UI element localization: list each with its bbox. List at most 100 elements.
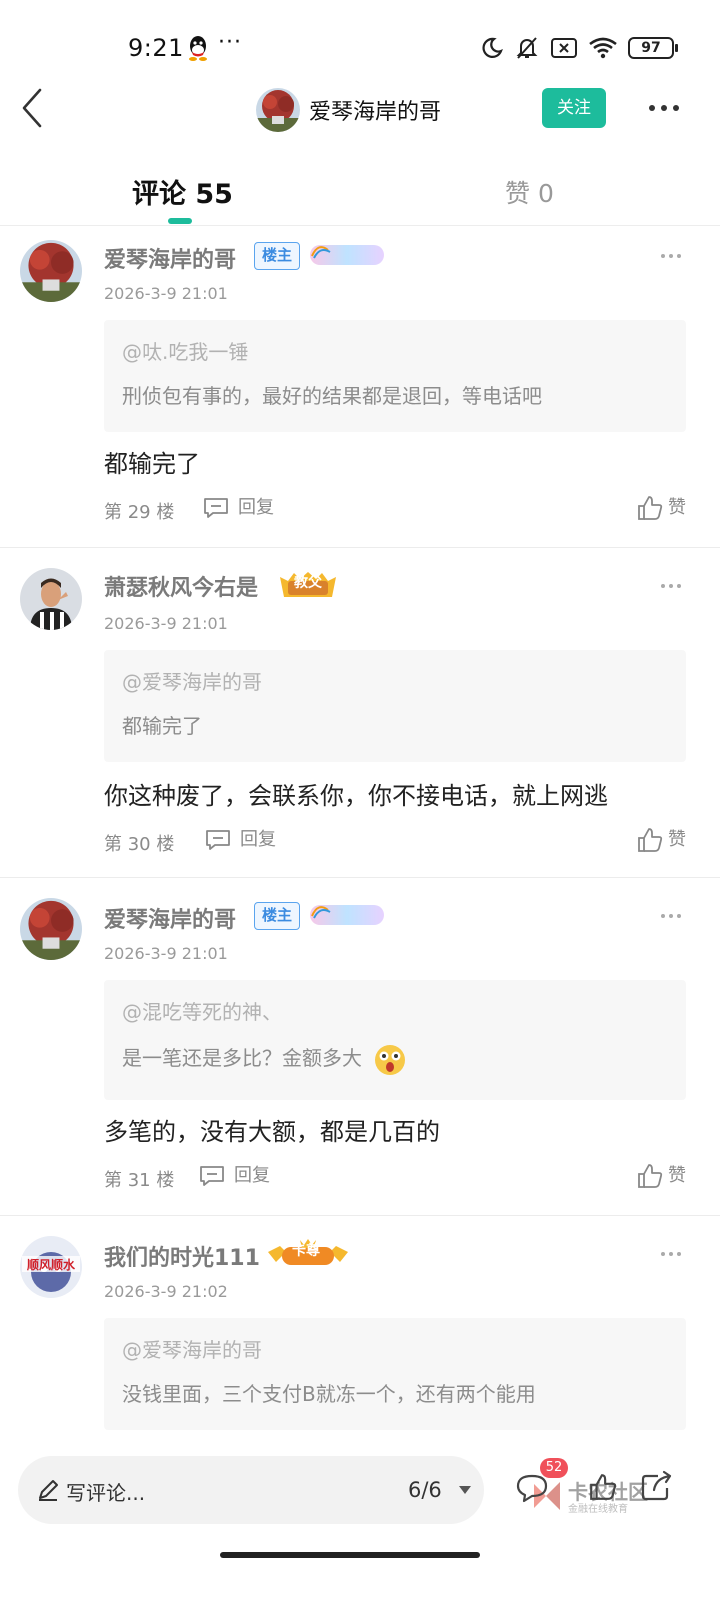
op-badge: 楼主 bbox=[254, 242, 301, 270]
tab-comments[interactable]: 评论 55 bbox=[132, 172, 233, 211]
commenter-name[interactable]: 爱琴海岸的哥 bbox=[104, 242, 236, 274]
author-name[interactable]: 爱琴海岸的哥 bbox=[309, 94, 441, 126]
mute-bell-icon bbox=[516, 37, 538, 59]
commenter-avatar[interactable]: 顺风顺水 bbox=[20, 1236, 82, 1298]
quoted-comment[interactable]: @爱琴海岸的哥 没钱里面，三个支付B就冻一个，还有两个能用 bbox=[104, 1318, 686, 1430]
reply-label: 回复 bbox=[234, 1165, 270, 1186]
like-label: 赞 bbox=[668, 829, 686, 850]
reply-label: 回复 bbox=[238, 497, 274, 518]
commenter-avatar[interactable] bbox=[20, 240, 82, 302]
avatar-caption: 顺风顺水 bbox=[26, 1258, 75, 1272]
reply-icon bbox=[204, 498, 228, 518]
no-sim-icon bbox=[551, 38, 577, 58]
comment-item: 爱琴海岸的哥 楼主 2026-3-9 21:01 @混吃等死的神、 是一笔还是多… bbox=[0, 878, 720, 1216]
post-header: 爱琴海岸的哥 关注 bbox=[0, 72, 720, 148]
medal-label: 教父 bbox=[294, 575, 322, 591]
op-badge: 楼主 bbox=[254, 902, 301, 930]
like-button[interactable]: 赞 bbox=[636, 494, 686, 522]
status-more-dots: ··· bbox=[218, 30, 242, 55]
pencil-icon bbox=[39, 1480, 58, 1501]
comment-item: 爱琴海岸的哥 楼主 2026-3-9 21:01 @呔.吃我一锤 刑侦包有事的，… bbox=[0, 228, 720, 548]
comment-time: 2026-3-9 21:02 bbox=[104, 1282, 228, 1301]
status-time: 9:21 bbox=[128, 34, 184, 62]
comment-text: 你这种废了，会联系你，你不接电话，就上网逃 bbox=[104, 782, 608, 810]
comment-tabs: 评论 55 赞 0 bbox=[0, 160, 720, 226]
thumbs-up-icon bbox=[638, 1164, 663, 1188]
comment-time: 2026-3-9 21:01 bbox=[104, 944, 228, 963]
like-button[interactable]: 赞 bbox=[636, 1162, 686, 1190]
comment-time: 2026-3-9 21:01 bbox=[104, 614, 228, 633]
qq-icon bbox=[189, 36, 207, 61]
reply-button[interactable]: 回复 bbox=[202, 494, 274, 522]
home-indicator[interactable] bbox=[220, 1552, 480, 1558]
quoted-comment[interactable]: @呔.吃我一锤 刑侦包有事的，最好的结果都是退回，等电话吧 bbox=[104, 320, 686, 432]
status-indicators: 97 bbox=[480, 34, 678, 62]
like-label: 赞 bbox=[668, 497, 686, 518]
avatar-image bbox=[256, 88, 300, 132]
quote-user: @混吃等死的神、 bbox=[122, 1000, 282, 1024]
rainbow-medal-icon bbox=[310, 905, 384, 925]
comment-more-icon[interactable] bbox=[660, 582, 682, 590]
floor-number: 第 30 楼 bbox=[104, 834, 175, 855]
rainbow-medal-icon bbox=[310, 245, 384, 265]
thumbs-up-icon[interactable] bbox=[588, 1472, 618, 1502]
comment-footer: 第 31 楼 回复 赞 bbox=[104, 1162, 686, 1194]
floor-number: 第 31 楼 bbox=[104, 1170, 175, 1191]
reply-button[interactable]: 回复 bbox=[204, 826, 276, 854]
thumbs-up-icon bbox=[638, 496, 663, 520]
avatar-image bbox=[20, 898, 82, 960]
write-comment-placeholder: 写评论... bbox=[66, 1481, 146, 1505]
avatar-image bbox=[20, 240, 82, 302]
tab-likes[interactable]: 赞 0 bbox=[505, 174, 554, 210]
comment-more-icon[interactable] bbox=[660, 1250, 682, 1258]
quoted-comment[interactable]: @爱琴海岸的哥 都输完了 bbox=[104, 650, 686, 762]
commenter-avatar[interactable] bbox=[20, 568, 82, 630]
reply-icon bbox=[200, 1166, 224, 1186]
share-icon[interactable] bbox=[640, 1470, 674, 1502]
thumbs-up-icon bbox=[638, 828, 663, 852]
quote-user: @爱琴海岸的哥 bbox=[122, 670, 262, 694]
quote-text: 都输完了 bbox=[122, 714, 202, 738]
watermark-subtitle: 金融在线教育 bbox=[568, 1504, 628, 1515]
quote-text: 刑侦包有事的，最好的结果都是退回，等电话吧 bbox=[122, 384, 542, 408]
battery-icon: 97 bbox=[628, 37, 678, 59]
comment-count-badge: 52 bbox=[540, 1458, 568, 1478]
page-indicator[interactable]: 6/6 bbox=[408, 1478, 442, 1502]
back-button[interactable] bbox=[14, 86, 50, 130]
comment-footer: 第 30 楼 回复 赞 bbox=[104, 826, 686, 858]
quote-user: @呔.吃我一锤 bbox=[122, 340, 249, 364]
tab-active-indicator bbox=[168, 218, 192, 224]
quote-text: 是一笔还是多比？金额多大 bbox=[122, 1042, 406, 1076]
follow-button[interactable]: 关注 bbox=[542, 88, 606, 128]
commenter-name[interactable]: 爱琴海岸的哥 bbox=[104, 902, 236, 934]
quoted-comment[interactable]: @混吃等死的神、 是一笔还是多比？金额多大 bbox=[104, 980, 686, 1100]
quote-text-content: 是一笔还是多比？金额多大 bbox=[122, 1046, 362, 1070]
comment-item: 顺风顺水 我们的时光111 卡尊 2026-3-9 21:02 @爱琴海岸的哥 … bbox=[0, 1216, 720, 1440]
reply-label: 回复 bbox=[240, 829, 276, 850]
floor-number: 第 29 楼 bbox=[104, 502, 175, 523]
like-button[interactable]: 赞 bbox=[636, 826, 686, 854]
comment-item: 萧瑟秋风今右是 教父 2026-3-9 21:01 @爱琴海岸的哥 都输完了 你… bbox=[0, 548, 720, 878]
like-label: 赞 bbox=[668, 1165, 686, 1186]
shocked-emoji-icon bbox=[375, 1044, 406, 1075]
commenter-name[interactable]: 萧瑟秋风今右是 bbox=[104, 570, 258, 602]
wifi-icon bbox=[589, 37, 617, 59]
comment-footer: 第 29 楼 回复 赞 bbox=[104, 494, 686, 526]
quote-text: 没钱里面，三个支付B就冻一个，还有两个能用 bbox=[122, 1382, 536, 1406]
medal-label: 卡尊 bbox=[292, 1243, 320, 1259]
caret-down-icon[interactable] bbox=[458, 1485, 472, 1495]
write-comment-input[interactable]: 写评论... 6/6 bbox=[18, 1456, 484, 1524]
comment-time: 2026-3-9 21:01 bbox=[104, 284, 228, 303]
more-options-icon[interactable] bbox=[646, 96, 682, 120]
quote-user: @爱琴海岸的哥 bbox=[122, 1338, 262, 1362]
reply-button[interactable]: 回复 bbox=[198, 1162, 270, 1190]
comment-more-icon[interactable] bbox=[660, 912, 682, 920]
commenter-name[interactable]: 我们的时光111 bbox=[104, 1240, 260, 1272]
comment-more-icon[interactable] bbox=[660, 252, 682, 260]
avatar-image bbox=[20, 568, 82, 630]
comment-text: 多笔的，没有大额，都是几百的 bbox=[104, 1118, 440, 1146]
reply-icon bbox=[206, 830, 230, 850]
author-avatar[interactable] bbox=[256, 88, 300, 132]
bottom-action-bar: 写评论... 6/6 卡农社区 金融在线教育 52 bbox=[0, 1440, 720, 1600]
commenter-avatar[interactable] bbox=[20, 898, 82, 960]
